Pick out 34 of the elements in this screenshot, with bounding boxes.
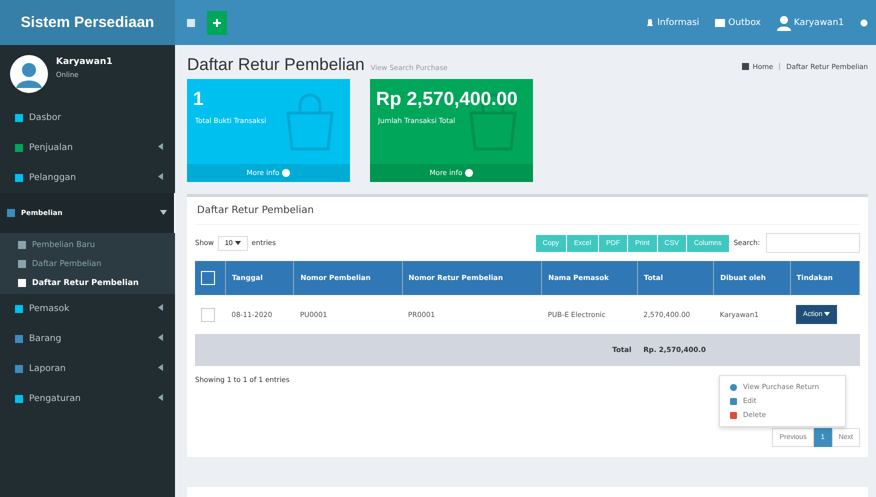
sidebar-item[interactable]: Laporan: [0, 354, 175, 384]
avatar-icon: [10, 55, 48, 93]
submenu-item[interactable]: Pembelian Baru: [0, 235, 175, 254]
sidebar-item[interactable]: Dasbor: [0, 103, 175, 133]
search-field[interactable]: [766, 233, 860, 253]
list-icon: [18, 260, 26, 268]
stat-value: 1: [192, 88, 205, 112]
add-icon[interactable]: [207, 10, 227, 34]
sidebar-item[interactable]: Pengaturan: [0, 384, 175, 414]
select-all-checkbox[interactable]: [201, 271, 215, 285]
nav-link[interactable]: Outbox: [715, 18, 761, 28]
sidebar-item[interactable]: Pelanggan: [0, 163, 175, 193]
list-icon: [18, 278, 26, 286]
sidebar-item[interactable]: Barang: [0, 324, 175, 354]
caret-icon: [234, 240, 241, 244]
list-icon: [18, 240, 26, 248]
trash-icon: [730, 412, 737, 418]
mail-icon: [715, 18, 726, 26]
user-icon: [776, 14, 791, 30]
sidebar-item[interactable]: Penjualan: [0, 133, 175, 163]
sidebar-item[interactable]: Pemasok: [0, 294, 175, 324]
submenu-item[interactable]: Daftar Retur Pembelian: [0, 273, 175, 292]
brand-logo[interactable]: Sistem Persediaan: [0, 0, 175, 45]
nav-link[interactable]: Informasi: [646, 18, 700, 28]
row-checkbox[interactable]: [201, 308, 215, 322]
home-icon: [742, 63, 749, 70]
submenu-item[interactable]: Daftar Pembelian: [0, 254, 175, 273]
caret-icon: [824, 312, 830, 316]
bell-icon: [646, 18, 654, 28]
stat-value: Rp 2,570,400.00: [375, 88, 519, 112]
user-name: Karyawan1: [56, 57, 112, 67]
nav-link[interactable]: Karyawan1: [776, 14, 844, 30]
page-title: Daftar Retur Pembelian: [187, 55, 365, 75]
card-title: Daftar Retur Pembelian: [195, 197, 860, 225]
